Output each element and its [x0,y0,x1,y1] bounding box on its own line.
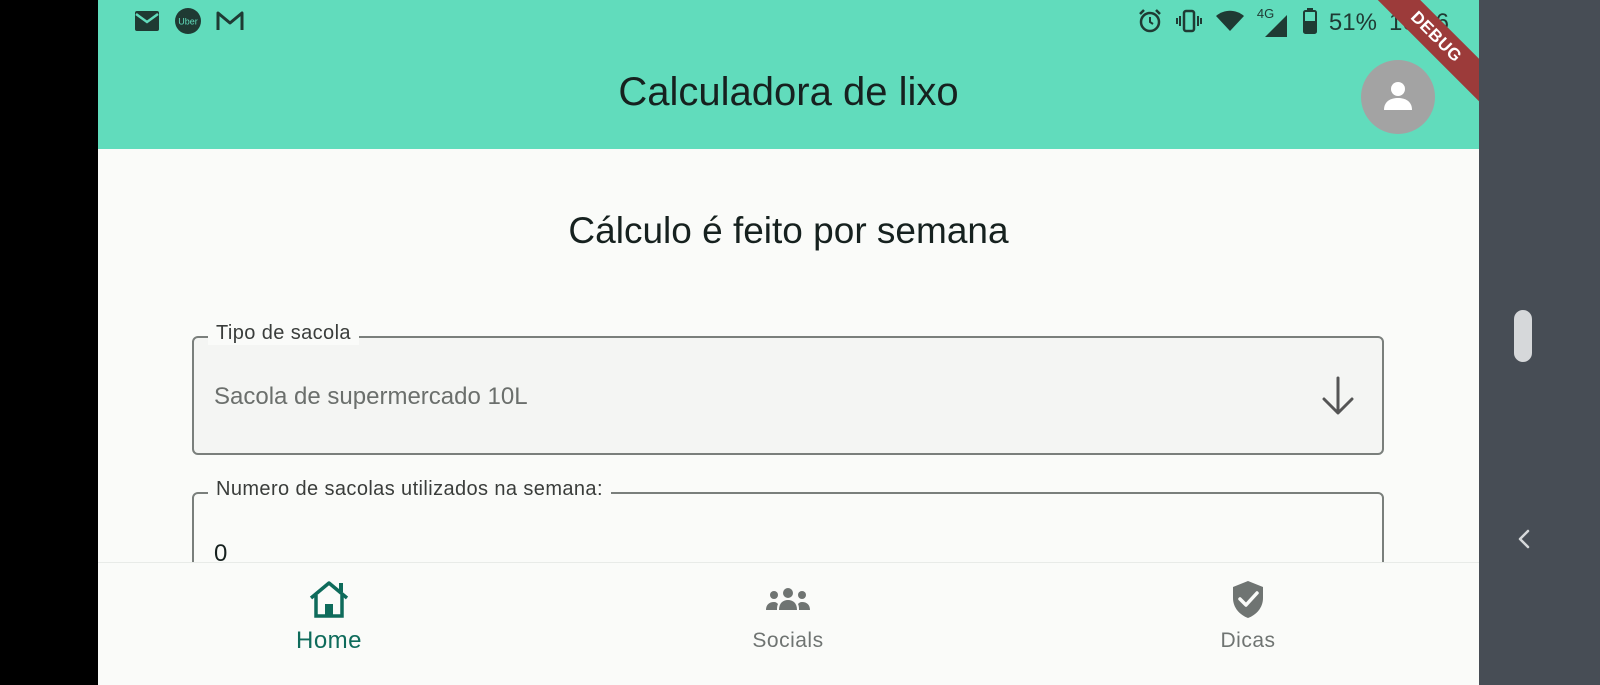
bottom-navigation: Home Socials Dicas [98,562,1479,685]
bag-type-value: Sacola de supermercado 10L [214,383,528,410]
mail-icon [134,10,160,36]
person-icon [1381,78,1415,116]
nav-item-dicas[interactable]: Dicas [1098,563,1398,673]
gmail-icon [216,10,244,36]
bag-type-dropdown[interactable]: Tipo de sacola Sacola de supermercado 10… [192,322,1384,455]
system-navigation-bar [1479,0,1600,685]
back-chevron-icon[interactable] [1512,524,1536,554]
alarm-icon [1137,8,1163,38]
bag-count-label: Numero de sacolas utilizados na semana: [208,478,611,501]
avatar-button[interactable] [1361,60,1435,134]
home-icon [307,577,351,621]
wifi-icon [1215,9,1245,37]
status-bar-notifications: Uber [134,7,244,39]
home-gesture-pill[interactable] [1514,310,1532,362]
uber-icon: Uber [174,7,202,39]
battery-icon [1302,8,1317,38]
nav-label-socials: Socials [752,629,824,652]
battery-percentage: 51% [1328,9,1377,36]
section-heading: Cálculo é feito por semana [568,210,1009,251]
vibrate-icon [1175,9,1203,37]
bag-type-label: Tipo de sacola [208,322,359,345]
app-screen: Uber 4G 51% 16:16 [98,0,1479,685]
svg-text:Uber: Uber [178,17,198,27]
signal-4g-icon: 4G [1257,6,1291,38]
people-icon [765,577,811,621]
page-title: Calculadora de lixo [618,70,959,114]
nav-label-home: Home [295,627,363,654]
nav-item-home[interactable]: Home [179,563,479,673]
shield-check-icon [1230,577,1266,621]
nav-label-dicas: Dicas [1220,629,1276,652]
nav-item-socials[interactable]: Socials [638,563,938,673]
arrow-down-icon[interactable] [1318,374,1358,418]
app-bar: Uber 4G 51% 16:16 [98,0,1479,149]
